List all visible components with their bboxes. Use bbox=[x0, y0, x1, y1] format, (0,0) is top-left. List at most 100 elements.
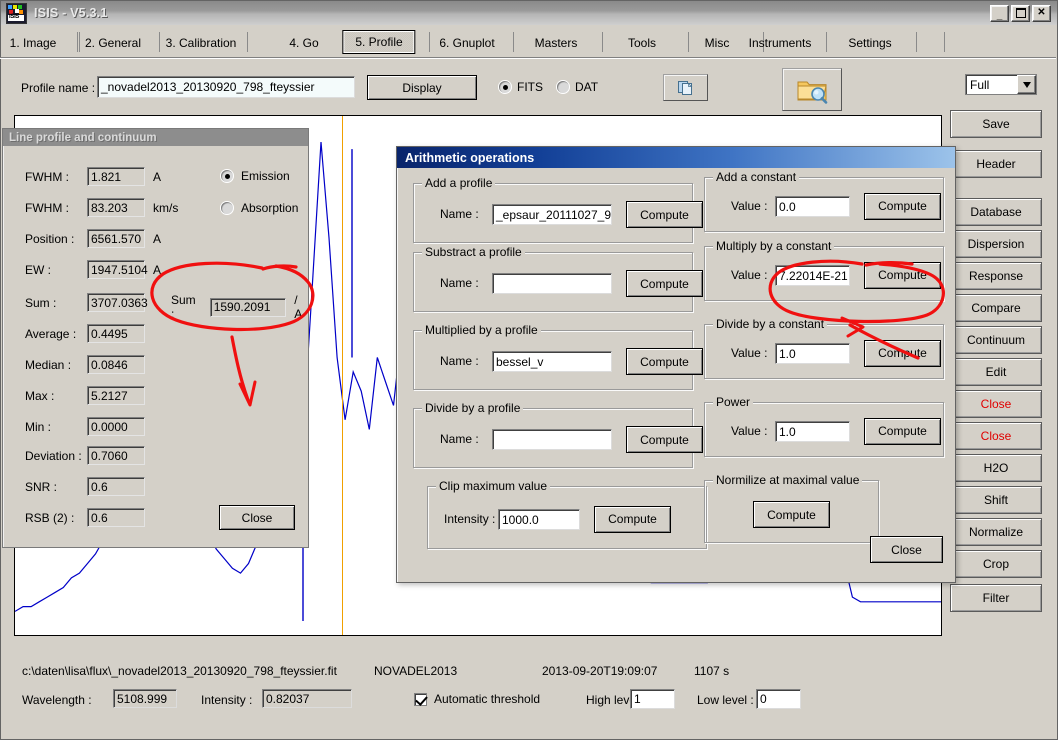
emission-radio[interactable]: Emission bbox=[221, 169, 290, 183]
dat-radio-dot[interactable] bbox=[557, 81, 569, 93]
stat-value[interactable]: 0.6 bbox=[87, 508, 145, 527]
sidebar-item-dispersion[interactable]: Dispersion bbox=[950, 230, 1042, 258]
format-dat-radio[interactable]: DAT bbox=[557, 80, 598, 94]
sidebar-item-close-2[interactable]: Close bbox=[950, 422, 1042, 450]
group-divide-by-a-constant: Divide by a constantValue :1.0Compute bbox=[704, 324, 944, 379]
sum2-value[interactable]: 1590.2091 bbox=[210, 298, 287, 317]
wavelength-label: Wavelength : bbox=[22, 693, 92, 707]
arithmetic-operations-dialog: Arithmetic operations Add a profileName … bbox=[396, 146, 956, 583]
input-divide-by-a-profile[interactable] bbox=[492, 429, 612, 450]
compute-button-multiplied-by-a-profile[interactable]: Compute bbox=[626, 348, 703, 375]
input-divide-by-a-constant[interactable]: 1.0 bbox=[775, 343, 850, 364]
stat-value[interactable]: 1.821 bbox=[87, 167, 145, 186]
sidebar-item-database[interactable]: Database bbox=[950, 198, 1042, 226]
display-button[interactable]: Display bbox=[367, 75, 477, 100]
arithmetic-close-button[interactable]: Close bbox=[870, 536, 943, 563]
sidebar-item-compare[interactable]: Compare bbox=[950, 294, 1042, 322]
tab-1-image[interactable]: 1. Image bbox=[0, 31, 69, 55]
stat-label: Median : bbox=[25, 358, 83, 372]
compute-button-multiply-by-a-constant[interactable]: Compute bbox=[864, 262, 941, 289]
compute-button-add-a-profile[interactable]: Compute bbox=[626, 201, 703, 228]
checkbox-check-icon[interactable] bbox=[414, 693, 427, 706]
automatic-threshold-checkbox[interactable]: Automatic threshold bbox=[414, 692, 540, 706]
sidebar-item-crop[interactable]: Crop bbox=[950, 550, 1042, 578]
emission-radio-dot[interactable] bbox=[221, 170, 233, 182]
stat-value[interactable]: 5.2127 bbox=[87, 386, 145, 405]
stat-value[interactable]: 3707.0363 bbox=[87, 293, 145, 312]
window-controls: _ ✕ bbox=[990, 5, 1051, 22]
format-fits-radio[interactable]: FITS bbox=[499, 80, 543, 94]
sidebar-item-response[interactable]: Response bbox=[950, 262, 1042, 290]
stat-label: FWHM : bbox=[25, 170, 83, 184]
chevron-down-icon[interactable] bbox=[1017, 75, 1036, 94]
stat-value[interactable]: 1947.5104 bbox=[87, 260, 145, 279]
intensity-value[interactable]: 0.82037 bbox=[262, 689, 352, 708]
maximize-button[interactable] bbox=[1011, 5, 1030, 22]
stat-value[interactable]: 6561.570 bbox=[87, 229, 145, 248]
sidebar-item-save[interactable]: Save bbox=[950, 110, 1042, 138]
compute-button-clip-maximum-value[interactable]: Compute bbox=[594, 506, 671, 533]
tab-tools[interactable]: Tools bbox=[615, 31, 669, 55]
sidebar-item-filter[interactable]: Filter bbox=[950, 584, 1042, 612]
browse-profile-button[interactable] bbox=[782, 68, 842, 111]
input-multiply-by-a-constant[interactable]: 7.22014E-21 bbox=[775, 265, 850, 286]
tab-instruments[interactable]: Instruments bbox=[736, 31, 825, 55]
sum2-unit: / A bbox=[294, 293, 308, 321]
input-add-a-constant[interactable]: 0.0 bbox=[775, 196, 850, 217]
absorption-radio[interactable]: Absorption bbox=[221, 201, 298, 215]
compute-button-normilize-at-maximal-value[interactable]: Compute bbox=[753, 501, 830, 528]
stat-unit: A bbox=[153, 232, 161, 246]
profile-name-input[interactable]: _novadel2013_20130920_798_fteyssier bbox=[97, 76, 355, 98]
tab-4-go[interactable]: 4. Go bbox=[276, 31, 331, 55]
tab-6-gnuplot[interactable]: 6. Gnuplot bbox=[426, 31, 507, 55]
sidebar-item-close[interactable]: Close bbox=[950, 390, 1042, 418]
object-name-text: NOVADEL2013 bbox=[374, 664, 457, 678]
absorption-radio-dot[interactable] bbox=[221, 202, 233, 214]
group-clip-maximum-value: Clip maximum valueIntensity :1000.0Compu… bbox=[427, 486, 707, 549]
input-power[interactable]: 1.0 bbox=[775, 421, 850, 442]
tab-2-general[interactable]: 2. General bbox=[72, 31, 154, 55]
input-clip-maximum-value[interactable]: 1000.0 bbox=[498, 509, 580, 530]
stat-value[interactable]: 83.203 bbox=[87, 198, 145, 217]
copy-profile-button[interactable] bbox=[663, 74, 708, 101]
compute-button-divide-by-a-constant[interactable]: Compute bbox=[864, 340, 941, 367]
stat-row: Max :5.2127 bbox=[25, 386, 153, 405]
sidebar-item-h2o[interactable]: H2O bbox=[950, 454, 1042, 482]
fits-radio-dot[interactable] bbox=[499, 81, 511, 93]
stat-value[interactable]: 0.0846 bbox=[87, 355, 145, 374]
compute-button-substract-a-profile[interactable]: Compute bbox=[626, 270, 703, 297]
tab-3-calibration[interactable]: 3. Calibration bbox=[153, 31, 250, 55]
group-title: Normilize at maximal value bbox=[713, 473, 862, 487]
group-power: PowerValue :1.0Compute bbox=[704, 402, 944, 457]
compute-button-divide-by-a-profile[interactable]: Compute bbox=[626, 426, 703, 453]
stat-row: FWHM :1.821A bbox=[25, 167, 161, 186]
input-substract-a-profile[interactable] bbox=[492, 273, 612, 294]
copy-pages-icon bbox=[678, 80, 694, 96]
tab-settings[interactable]: Settings bbox=[835, 31, 904, 55]
tab-masters[interactable]: Masters bbox=[522, 31, 591, 55]
compute-button-power[interactable]: Compute bbox=[864, 418, 941, 445]
stat-value[interactable]: 0.0000 bbox=[87, 417, 145, 436]
tab-5-profile[interactable]: 5. Profile bbox=[342, 30, 415, 54]
wavelength-value[interactable]: 5108.999 bbox=[113, 689, 177, 708]
sidebar-item-header[interactable]: Header bbox=[950, 150, 1042, 178]
line-profile-close-button[interactable]: Close bbox=[219, 505, 295, 530]
zoom-select[interactable]: Full bbox=[965, 74, 1037, 95]
stat-value[interactable]: 0.4495 bbox=[87, 324, 145, 343]
close-button[interactable]: ✕ bbox=[1032, 5, 1051, 22]
compute-button-add-a-constant[interactable]: Compute bbox=[864, 193, 941, 220]
sidebar-item-edit[interactable]: Edit bbox=[950, 358, 1042, 386]
tab-separator bbox=[688, 32, 689, 52]
minimize-button[interactable]: _ bbox=[990, 5, 1009, 22]
sidebar-item-shift[interactable]: Shift bbox=[950, 486, 1042, 514]
stat-value[interactable]: 0.6 bbox=[87, 477, 145, 496]
sidebar-item-normalize[interactable]: Normalize bbox=[950, 518, 1042, 546]
stat-value[interactable]: 0.7060 bbox=[87, 446, 145, 465]
field-label: Name : bbox=[440, 354, 479, 368]
high-level-input[interactable]: 1 bbox=[630, 689, 675, 709]
sidebar-item-continuum[interactable]: Continuum bbox=[950, 326, 1042, 354]
input-multiplied-by-a-profile[interactable]: bessel_v bbox=[492, 351, 612, 372]
low-level-input[interactable]: 0 bbox=[756, 689, 801, 709]
input-add-a-profile[interactable]: _epsaur_20111027_914 bbox=[492, 204, 612, 225]
dat-label: DAT bbox=[575, 80, 598, 94]
